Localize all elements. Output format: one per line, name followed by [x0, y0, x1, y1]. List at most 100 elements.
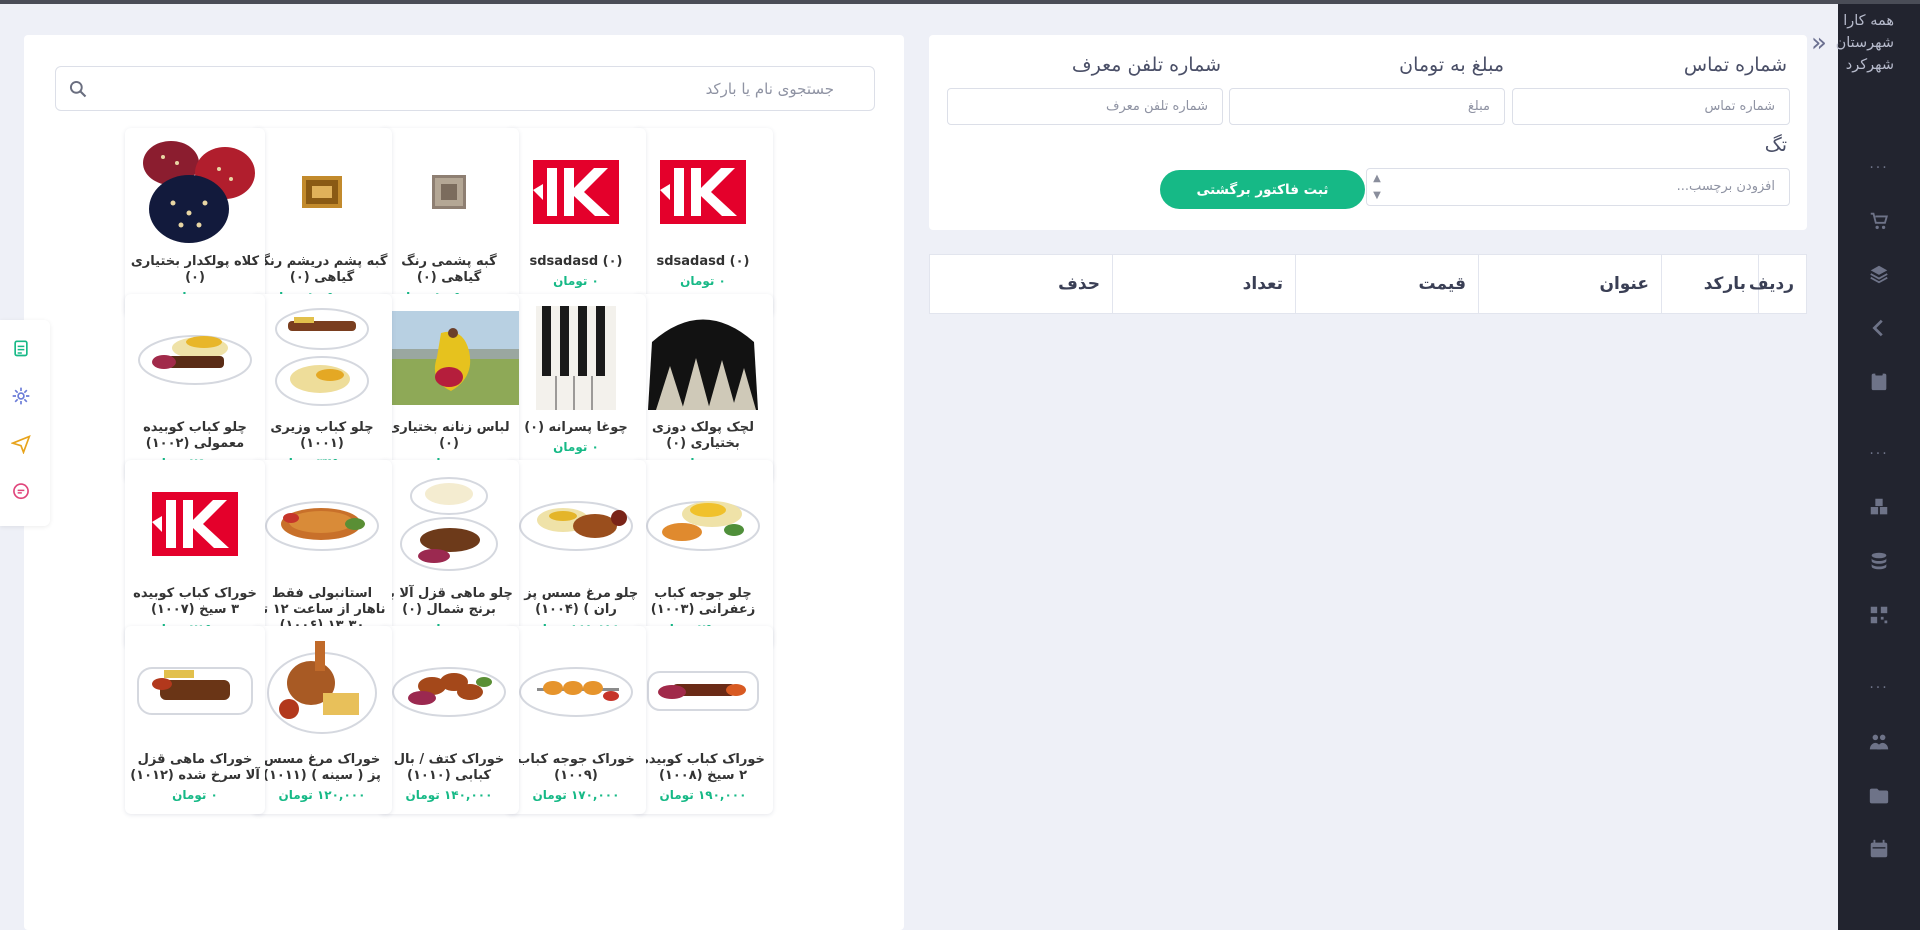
product-image	[125, 132, 265, 252]
product-card[interactable]: لباس زنانه بختیاری (۰)۰ تومان	[379, 294, 519, 482]
cart-icon[interactable]	[1868, 210, 1890, 232]
product-title: خوراک کباب کوبیده ۳ سیخ (۱۰۰۷)	[133, 586, 257, 617]
product-title: خوراک جوجه کباب (۱۰۰۹)	[517, 752, 635, 783]
brand-line: همه کارا	[1843, 13, 1894, 29]
tag-stepper[interactable]: ▲ ▼	[1371, 170, 1383, 204]
product-title: گبه پشمی رنگ گیاهی (۰)	[401, 254, 497, 285]
folder-icon[interactable]	[1868, 785, 1890, 807]
product-card[interactable]: چوغا پسرانه (۰) ۰ تومان	[506, 294, 646, 482]
column-barcode: بارکد	[1661, 255, 1758, 313]
floating-tools	[0, 320, 50, 526]
product-card[interactable]: خوراک کباب کوبیده ۳ سیخ (۱۰۰۷)۲۸۵,۰۰۰ تو…	[125, 460, 265, 648]
submit-return-invoice-button[interactable]: ثبت فاکتور برگشتی	[1160, 170, 1365, 209]
qr-icon[interactable]	[1868, 604, 1890, 626]
product-image	[633, 464, 773, 584]
section-dots: ···	[1869, 160, 1889, 176]
collapse-sidebar-button[interactable]: «	[1806, 30, 1832, 56]
brand-line: شهرکرد	[1845, 57, 1894, 73]
brand-line: شهرستان	[1835, 35, 1894, 51]
product-card[interactable]: چلو کباب کوبیده معمولی (۱۰۰۲)۲۶۰,۰۰۰ توم…	[125, 294, 265, 482]
product-image	[633, 132, 773, 252]
tag-label: تگ	[1764, 134, 1787, 156]
product-card[interactable]: چلو ماهی قزل آلا با برنج شمال (۰)۰ تومان	[379, 460, 519, 648]
section-dots: ···	[1869, 446, 1889, 462]
window-top-bar	[0, 0, 1920, 4]
product-image	[506, 464, 646, 584]
tag-placeholder: افزودن برچسب...	[1676, 179, 1775, 194]
settings-icon[interactable]	[5, 380, 37, 412]
product-image	[379, 464, 519, 584]
product-card[interactable]: لچک پولک دوزی بختیاری (۰)۰ تومان	[633, 294, 773, 482]
product-title: خوراک ماهی قزل آلا سرخ شده (۱۰۱۲)	[130, 752, 260, 783]
product-card[interactable]: خوراک ماهی قزل آلا سرخ شده (۱۰۱۲) ۰ تومان	[125, 626, 265, 814]
boxes-icon[interactable]	[1868, 496, 1890, 518]
product-image	[633, 298, 773, 418]
product-grid: sdsadasd (۰) ۰ تومان sdsadasd (۰) ۰ تومان گب…	[124, 128, 888, 930]
column-delete: حذف	[1058, 274, 1100, 294]
product-card[interactable]: خوراک مرغ مسس پز ( سینه ) (۱۰۱۱) ۱۲۰,۰۰۰ …	[252, 626, 392, 814]
product-title: خوراک مرغ مسس پز ( سینه ) (۱۰۱۱)	[263, 752, 381, 783]
column-title: عنوان	[1478, 255, 1661, 313]
chevron-left-icon[interactable]	[1868, 317, 1890, 339]
product-card[interactable]: چلو مرغ مسس پز ( ران ) (۱۰۰۴)۱۸۱,۸۱۸ توم…	[506, 460, 646, 648]
product-image	[125, 298, 265, 418]
people-icon[interactable]	[1868, 731, 1890, 753]
product-image	[379, 298, 519, 418]
product-price: ۰ تومان	[680, 274, 726, 288]
product-card[interactable]: خوراک کتف / بال کبابی (۱۰۱۰) ۱۴۰,۰۰۰ توما…	[379, 626, 519, 814]
search-input[interactable]	[114, 75, 834, 103]
search-icon[interactable]	[68, 79, 88, 99]
product-price: ۱۹۰,۰۰۰ تومان	[659, 788, 747, 802]
product-card[interactable]: استانبولی فقط ناهار از ساعت ۱۲ تا ۱۳.۳۰ …	[252, 460, 392, 648]
referrer-label: شماره تلفن معرف	[1071, 54, 1221, 76]
product-price: ۱۴۰,۰۰۰ تومان	[405, 788, 493, 802]
product-card[interactable]: گبه پشم دریشم رنگ گیاهی (۰)۱۰,۵۰۰,۰۰۰ تو…	[252, 128, 392, 316]
chat-icon[interactable]	[5, 476, 37, 508]
referrer-phone-input[interactable]	[947, 88, 1223, 125]
clipboard-icon[interactable]	[1868, 370, 1890, 392]
product-image	[252, 298, 392, 418]
clipboard-icon[interactable]	[5, 332, 37, 364]
product-card[interactable]: خوراک کباب کوبیده ۲ سیخ (۱۰۰۸) ۱۹۰,۰۰۰ تو…	[633, 626, 773, 814]
product-title: چلو مرغ مسس پز ( ران ) (۱۰۰۴)	[513, 586, 639, 617]
column-quantity: تعداد	[1112, 255, 1295, 313]
tag-input[interactable]: افزودن برچسب... ▲ ▼	[1366, 168, 1790, 206]
product-image	[506, 298, 646, 418]
product-title: خوراک کباب کوبیده ۲ سیخ (۱۰۰۸)	[641, 752, 765, 783]
product-card[interactable]: چلو کباب وزیری (۱۰۰۱)۳۴۵,۰۰۰ تومان	[252, 294, 392, 482]
product-search[interactable]	[55, 66, 875, 111]
product-card[interactable]: گبه پشمی رنگ گیاهی (۰)۱۰,۵۰۰,۰۰۰ تومان	[379, 128, 519, 316]
product-image	[252, 464, 392, 584]
sidebar-brand: همه کارا شهرستان شهرکرد	[1824, 10, 1894, 76]
product-title: لچک پولک دوزی بختیاری (۰)	[652, 420, 754, 451]
amount-label: مبلغ به تومان	[1399, 54, 1504, 76]
product-image	[506, 132, 646, 252]
send-icon[interactable]	[5, 428, 37, 460]
product-title: گبه پشم دریشم رنگ گیاهی (۰)	[256, 254, 388, 285]
product-title: لباس زنانه بختیاری (۰)	[388, 420, 510, 451]
product-image	[379, 132, 519, 252]
product-title: sdsadasd (۰)	[656, 254, 750, 269]
product-card[interactable]: چلو جوجه کباب زعفرانی (۱۰۰۳)۲۵۰,۰۰۰ توما…	[633, 460, 773, 648]
column-row-number: ردیف	[1749, 255, 1806, 313]
invoice-table-header: ردیف بارکد عنوان قیمت تعداد حذف	[929, 254, 1807, 314]
section-dots: ···	[1869, 680, 1889, 696]
phone-label: شماره تماس	[1683, 54, 1787, 76]
product-panel: sdsadasd (۰) ۰ تومان sdsadasd (۰) ۰ تومان گب…	[24, 35, 904, 930]
phone-input[interactable]	[1512, 88, 1790, 125]
sidebar: همه کارا شهرستان شهرکرد ··· ··· ···	[1836, 4, 1920, 930]
product-card[interactable]: خوراک جوجه کباب (۱۰۰۹) ۱۷۰,۰۰۰ تومان	[506, 626, 646, 814]
product-card[interactable]: sdsadasd (۰) ۰ تومان	[506, 128, 646, 316]
product-title: sdsadasd (۰)	[529, 254, 623, 269]
product-image	[252, 132, 392, 252]
calendar-icon[interactable]	[1868, 838, 1890, 860]
layers-icon[interactable]	[1868, 263, 1890, 285]
product-title: چلو جوجه کباب زعفرانی (۱۰۰۳)	[650, 586, 756, 617]
product-card[interactable]: کلاه پولکدار بختیاری (۰)۰ تومان	[125, 128, 265, 316]
coins-icon[interactable]	[1868, 550, 1890, 572]
product-card[interactable]: sdsadasd (۰) ۰ تومان	[633, 128, 773, 316]
product-price: ۱۲۰,۰۰۰ تومان	[278, 788, 366, 802]
amount-input[interactable]	[1229, 88, 1505, 125]
product-title: کلاه پولکدار بختیاری (۰)	[130, 254, 260, 285]
product-price: ۰ تومان	[172, 788, 218, 802]
